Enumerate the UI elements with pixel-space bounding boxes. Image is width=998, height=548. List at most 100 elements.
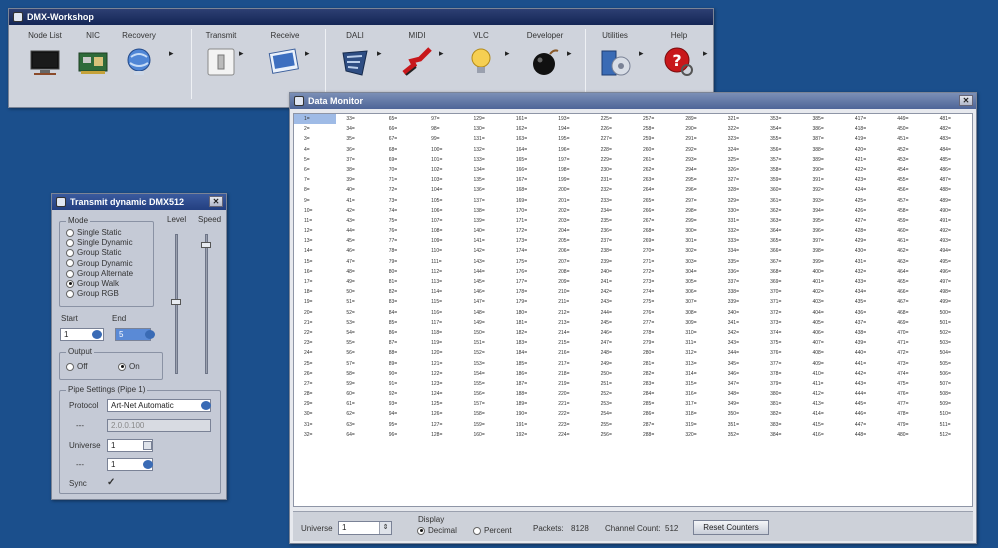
channel-cell[interactable]: 216= xyxy=(548,348,590,358)
channel-cell[interactable]: 468= xyxy=(887,308,929,318)
channel-cell[interactable]: 102= xyxy=(421,165,463,175)
channel-cell[interactable]: 61= xyxy=(336,399,378,409)
channel-cell[interactable]: 415= xyxy=(803,420,845,430)
channel-cell[interactable]: 263= xyxy=(633,175,675,185)
developer-dropdown-arrow[interactable]: ▸ xyxy=(567,48,572,59)
channel-cell[interactable]: 174= xyxy=(506,246,548,256)
channel-cell[interactable]: 106= xyxy=(421,206,463,216)
channel-cell[interactable]: 158= xyxy=(464,409,506,419)
channel-cell[interactable]: 366= xyxy=(760,246,802,256)
channel-cell[interactable]: 381= xyxy=(760,399,802,409)
channel-cell[interactable]: 185= xyxy=(506,359,548,369)
protocol-dropdown-icon[interactable] xyxy=(201,401,211,410)
channel-cell[interactable]: 178= xyxy=(506,287,548,297)
channel-cell[interactable]: 298= xyxy=(675,206,717,216)
channel-cell[interactable]: 43= xyxy=(336,216,378,226)
transmit-titlebar[interactable]: Transmit dynamic DMX512 ✕ xyxy=(52,194,226,210)
channel-cell[interactable]: 440= xyxy=(845,348,887,358)
sync-checkbox[interactable]: ✓ xyxy=(107,477,115,488)
channel-cell[interactable]: 155= xyxy=(464,379,506,389)
recovery-dropdown-arrow[interactable]: ▸ xyxy=(169,48,174,59)
dali-dropdown-arrow[interactable]: ▸ xyxy=(377,48,382,59)
channel-cell[interactable]: 374= xyxy=(760,328,802,338)
channel-cell[interactable]: 128= xyxy=(421,430,463,440)
channel-cell[interactable]: 425= xyxy=(845,196,887,206)
channel-cell[interactable]: 194= xyxy=(548,124,590,134)
channel-cell[interactable]: 11= xyxy=(294,216,336,226)
channel-cell[interactable]: 445= xyxy=(845,399,887,409)
channel-cell[interactable]: 131= xyxy=(464,134,506,144)
channel-cell[interactable]: 161= xyxy=(506,114,548,124)
channel-cell[interactable]: 239= xyxy=(591,257,633,267)
channel-cell[interactable]: 457= xyxy=(887,196,929,206)
channel-cell[interactable]: 165= xyxy=(506,155,548,165)
channel-cell[interactable]: 292= xyxy=(675,145,717,155)
channel-cell[interactable]: 470= xyxy=(887,328,929,338)
channel-cell[interactable]: 486= xyxy=(930,165,972,175)
channel-cell[interactable]: 360= xyxy=(760,185,802,195)
channel-cell[interactable]: 358= xyxy=(760,165,802,175)
channel-cell[interactable]: 275= xyxy=(633,297,675,307)
channel-cell[interactable]: 341= xyxy=(718,318,760,328)
channel-cell[interactable]: 72= xyxy=(379,185,421,195)
channel-cell[interactable]: 237= xyxy=(591,236,633,246)
channel-cell[interactable]: 304= xyxy=(675,267,717,277)
channel-cell[interactable]: 475= xyxy=(887,379,929,389)
channel-cell[interactable]: 499= xyxy=(930,297,972,307)
channel-cell[interactable]: 210= xyxy=(548,287,590,297)
channel-cell[interactable]: 112= xyxy=(421,267,463,277)
channel-cell[interactable]: 300= xyxy=(675,226,717,236)
channel-cell[interactable]: 313= xyxy=(675,359,717,369)
channel-cell[interactable]: 477= xyxy=(887,399,929,409)
channel-cell[interactable]: 472= xyxy=(887,348,929,358)
channel-cell[interactable]: 370= xyxy=(760,287,802,297)
channel-cell[interactable]: 124= xyxy=(421,389,463,399)
channel-cell[interactable]: 132= xyxy=(464,145,506,155)
channel-cell[interactable]: 111= xyxy=(421,257,463,267)
channel-cell[interactable]: 57= xyxy=(336,359,378,369)
channel-cell[interactable]: 434= xyxy=(845,287,887,297)
channel-cell[interactable]: 327= xyxy=(718,175,760,185)
channel-cell[interactable]: 260= xyxy=(633,145,675,155)
channel-cell[interactable]: 81= xyxy=(379,277,421,287)
channel-cell[interactable]: 417= xyxy=(845,114,887,124)
channel-cell[interactable]: 433= xyxy=(845,277,887,287)
channel-cell[interactable]: 101= xyxy=(421,155,463,165)
channel-cell[interactable]: 385= xyxy=(803,114,845,124)
channel-cell[interactable]: 108= xyxy=(421,226,463,236)
channel-cell[interactable]: 384= xyxy=(760,430,802,440)
protocol-select[interactable]: Art-Net Automatic xyxy=(107,399,211,412)
channel-cell[interactable]: 332= xyxy=(718,226,760,236)
channel-cell[interactable]: 245= xyxy=(591,318,633,328)
channel-cell[interactable]: 452= xyxy=(887,145,929,155)
channel-cell[interactable]: 246= xyxy=(591,328,633,338)
channel-cell[interactable]: 455= xyxy=(887,175,929,185)
monitor-close-button[interactable]: ✕ xyxy=(959,95,973,106)
channel-cell[interactable]: 368= xyxy=(760,267,802,277)
channel-cell[interactable]: 511= xyxy=(930,420,972,430)
channel-cell[interactable]: 507= xyxy=(930,379,972,389)
channel-cell[interactable]: 34= xyxy=(336,124,378,134)
start-spin-icon[interactable] xyxy=(92,330,102,339)
channel-cell[interactable]: 301= xyxy=(675,236,717,246)
channel-cell[interactable]: 236= xyxy=(591,226,633,236)
channel-cell[interactable]: 375= xyxy=(760,338,802,348)
channel-cell[interactable]: 229= xyxy=(591,155,633,165)
channel-cell[interactable]: 450= xyxy=(887,124,929,134)
channel-cell[interactable]: 89= xyxy=(379,359,421,369)
channel-cell[interactable]: 342= xyxy=(718,328,760,338)
mode-radio-item[interactable]: Group Alternate xyxy=(66,269,133,279)
channel-cell[interactable]: 51= xyxy=(336,297,378,307)
channel-cell[interactable]: 234= xyxy=(591,206,633,216)
channel-cell[interactable]: 371= xyxy=(760,297,802,307)
channel-cell[interactable]: 21= xyxy=(294,318,336,328)
channel-cell[interactable]: 251= xyxy=(591,379,633,389)
channel-cell[interactable]: 337= xyxy=(718,277,760,287)
transmit-close-button[interactable]: ✕ xyxy=(209,196,223,207)
channel-cell[interactable]: 491= xyxy=(930,216,972,226)
channel-cell[interactable]: 119= xyxy=(421,338,463,348)
channel-cell[interactable]: 338= xyxy=(718,287,760,297)
channel-cell[interactable]: 241= xyxy=(591,277,633,287)
channel-cell[interactable]: 496= xyxy=(930,267,972,277)
channel-cell[interactable]: 133= xyxy=(464,155,506,165)
